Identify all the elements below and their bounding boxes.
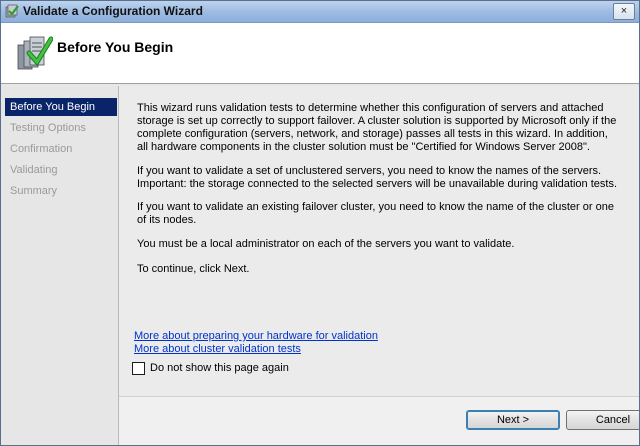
wizard-window: Validate a Configuration Wizard × Before… bbox=[0, 0, 640, 446]
step-testing-options[interactable]: Testing Options bbox=[5, 119, 117, 137]
wizard-check-icon bbox=[5, 4, 19, 18]
step-before-you-begin[interactable]: Before You Begin bbox=[5, 98, 117, 116]
wizard-steps-sidebar: Before You Begin Testing Options Confirm… bbox=[1, 86, 119, 445]
wizard-content: This wizard runs validation tests to det… bbox=[119, 86, 639, 396]
link-prepare-hardware[interactable]: More about preparing your hardware for v… bbox=[134, 330, 378, 342]
step-summary[interactable]: Summary bbox=[5, 182, 117, 200]
step-confirmation[interactable]: Confirmation bbox=[5, 140, 117, 158]
wizard-header: Before You Begin bbox=[1, 23, 639, 86]
admin-paragraph: You must be a local administrator on eac… bbox=[137, 238, 515, 250]
existing-cluster-paragraph: If you want to validate an existing fail… bbox=[137, 201, 614, 226]
cancel-button[interactable]: Cancel bbox=[566, 410, 639, 430]
window-title: Validate a Configuration Wizard bbox=[23, 4, 203, 18]
next-button[interactable]: Next > bbox=[466, 410, 560, 430]
close-icon: × bbox=[620, 5, 628, 17]
intro-paragraph: This wizard runs validation tests to det… bbox=[137, 102, 617, 153]
continue-paragraph: To continue, click Next. bbox=[137, 263, 250, 275]
unclustered-paragraph: If you want to validate a set of unclust… bbox=[137, 165, 617, 190]
link-validation-tests[interactable]: More about cluster validation tests bbox=[134, 343, 301, 355]
wizard-footer: Next > Cancel bbox=[119, 396, 639, 445]
step-validating[interactable]: Validating bbox=[5, 161, 117, 179]
title-bar[interactable]: Validate a Configuration Wizard × bbox=[1, 1, 639, 23]
server-check-icon bbox=[17, 36, 53, 70]
close-button[interactable]: × bbox=[613, 3, 635, 20]
do-not-show-checkbox[interactable] bbox=[132, 362, 145, 375]
page-title: Before You Begin bbox=[57, 39, 174, 55]
do-not-show-label[interactable]: Do not show this page again bbox=[150, 362, 289, 374]
